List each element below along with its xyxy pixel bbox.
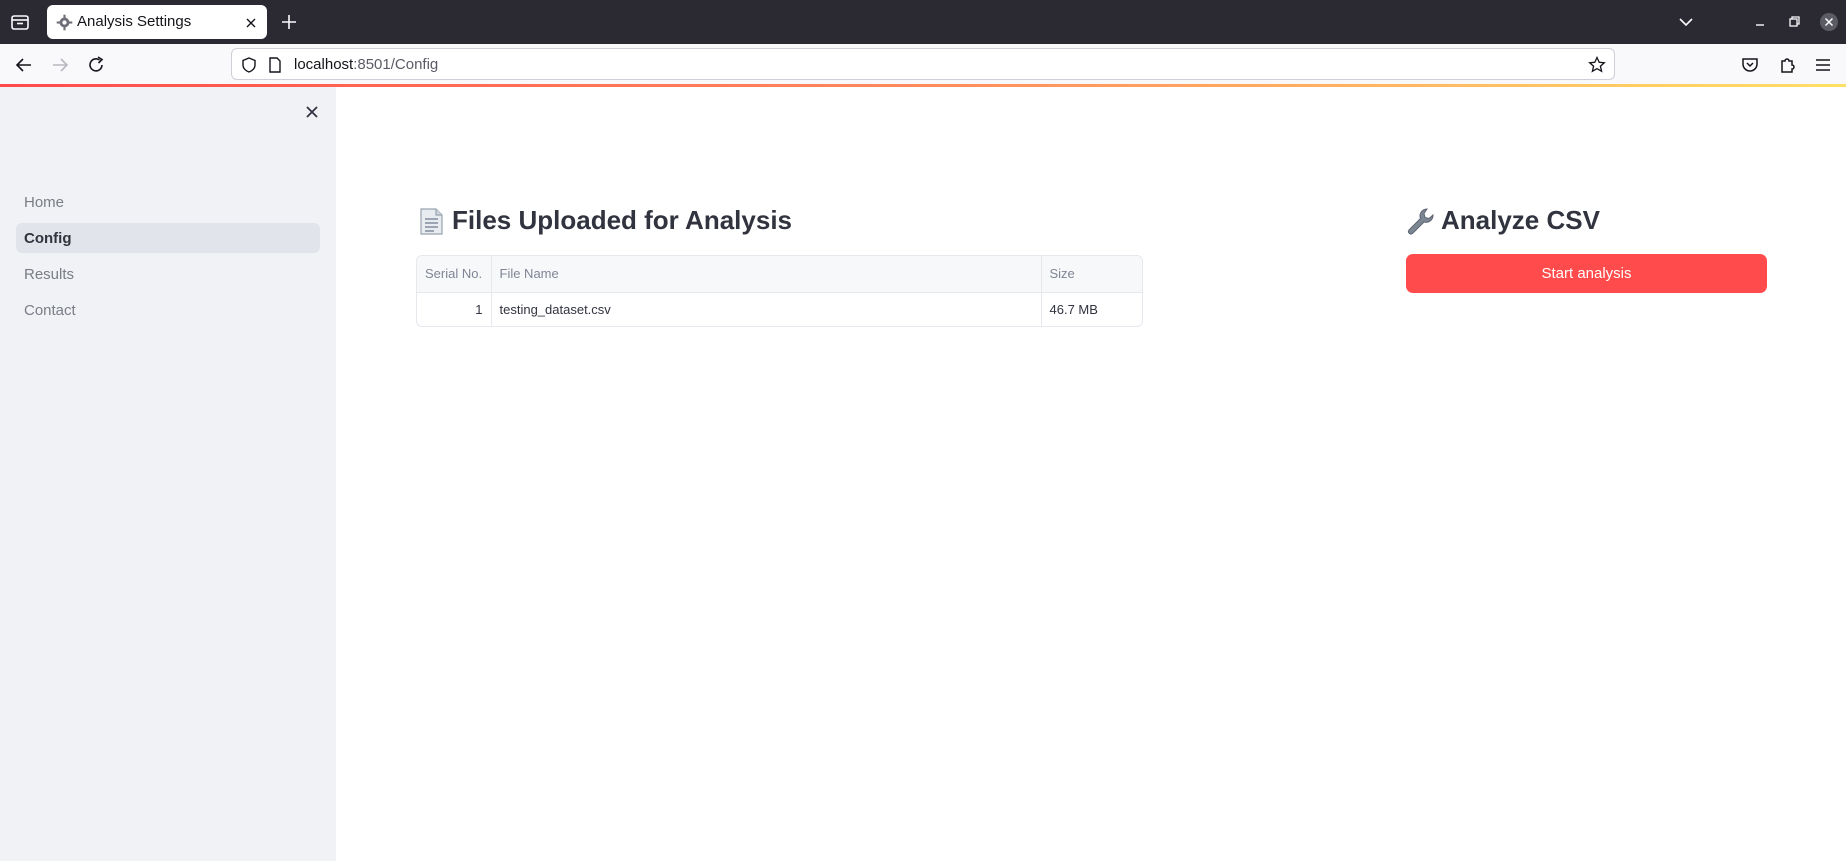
shield-icon[interactable] [240,56,258,74]
files-table[interactable]: Serial No. File Name Size 1 testing_data… [416,255,1143,327]
tab-list-icon[interactable] [8,10,32,34]
files-section-title: Files Uploaded for Analysis [452,205,793,235]
url-host: localhost [294,56,354,73]
analyze-section-title: Analyze CSV [1441,205,1600,235]
page-info-icon[interactable] [266,56,284,74]
minimize-icon[interactable] [1752,13,1768,35]
files-section-heading: Files Uploaded for Analysis [416,205,792,236]
gear-icon [56,14,73,31]
tab-overflow-chevron-icon[interactable] [1677,13,1695,35]
reload-icon[interactable] [84,53,108,77]
extensions-icon[interactable] [1775,53,1799,77]
back-arrow-icon[interactable] [12,53,36,77]
cell-size[interactable]: 46.7 MB [1041,292,1142,326]
sidebar-item-config[interactable]: Config [16,223,320,253]
pocket-icon[interactable] [1738,53,1762,77]
forward-arrow-icon[interactable] [48,53,72,77]
url-bar[interactable]: localhost:8501/Config [231,48,1615,80]
column-header-size[interactable]: Size [1041,256,1142,293]
cell-serial[interactable]: 1 [417,292,492,326]
window-close-icon[interactable] [1819,12,1839,36]
restore-icon[interactable] [1786,13,1802,35]
menu-hamburger-icon[interactable] [1811,53,1835,77]
browser-tab-active[interactable]: Analysis Settings [47,5,267,39]
sidebar-item-results[interactable]: Results [16,259,320,289]
page-icon [416,206,446,236]
start-analysis-button[interactable]: Start analysis [1406,254,1767,293]
close-icon[interactable] [302,102,322,122]
sidebar-nav: Home Config Results Contact [16,187,320,331]
url-text: localhost:8501/Config [294,56,438,73]
bookmark-star-icon[interactable] [1588,55,1606,74]
sidebar: Home Config Results Contact [0,87,336,861]
main-content: Files Uploaded for Analysis Serial No. F… [336,87,1846,861]
tab-title: Analysis Settings [77,13,192,30]
tab-close-icon[interactable] [244,15,258,29]
table-header-row: Serial No. File Name Size [417,256,1142,293]
table-row: 1 testing_dataset.csv 46.7 MB [417,292,1142,326]
new-tab-icon[interactable] [280,13,298,31]
browser-tab-bar: Analysis Settings [0,0,1846,44]
cell-file-name[interactable]: testing_dataset.csv [491,292,1042,326]
analyze-section-heading: Analyze CSV [1405,205,1600,236]
column-header-serial[interactable]: Serial No. [417,256,492,293]
sidebar-item-contact[interactable]: Contact [16,295,320,325]
column-header-file-name[interactable]: File Name [491,256,1042,293]
wrench-icon [1405,206,1435,236]
sidebar-item-home[interactable]: Home [16,187,320,217]
url-path: :8501/Config [353,56,439,73]
browser-nav-bar: localhost:8501/Config [0,44,1846,86]
